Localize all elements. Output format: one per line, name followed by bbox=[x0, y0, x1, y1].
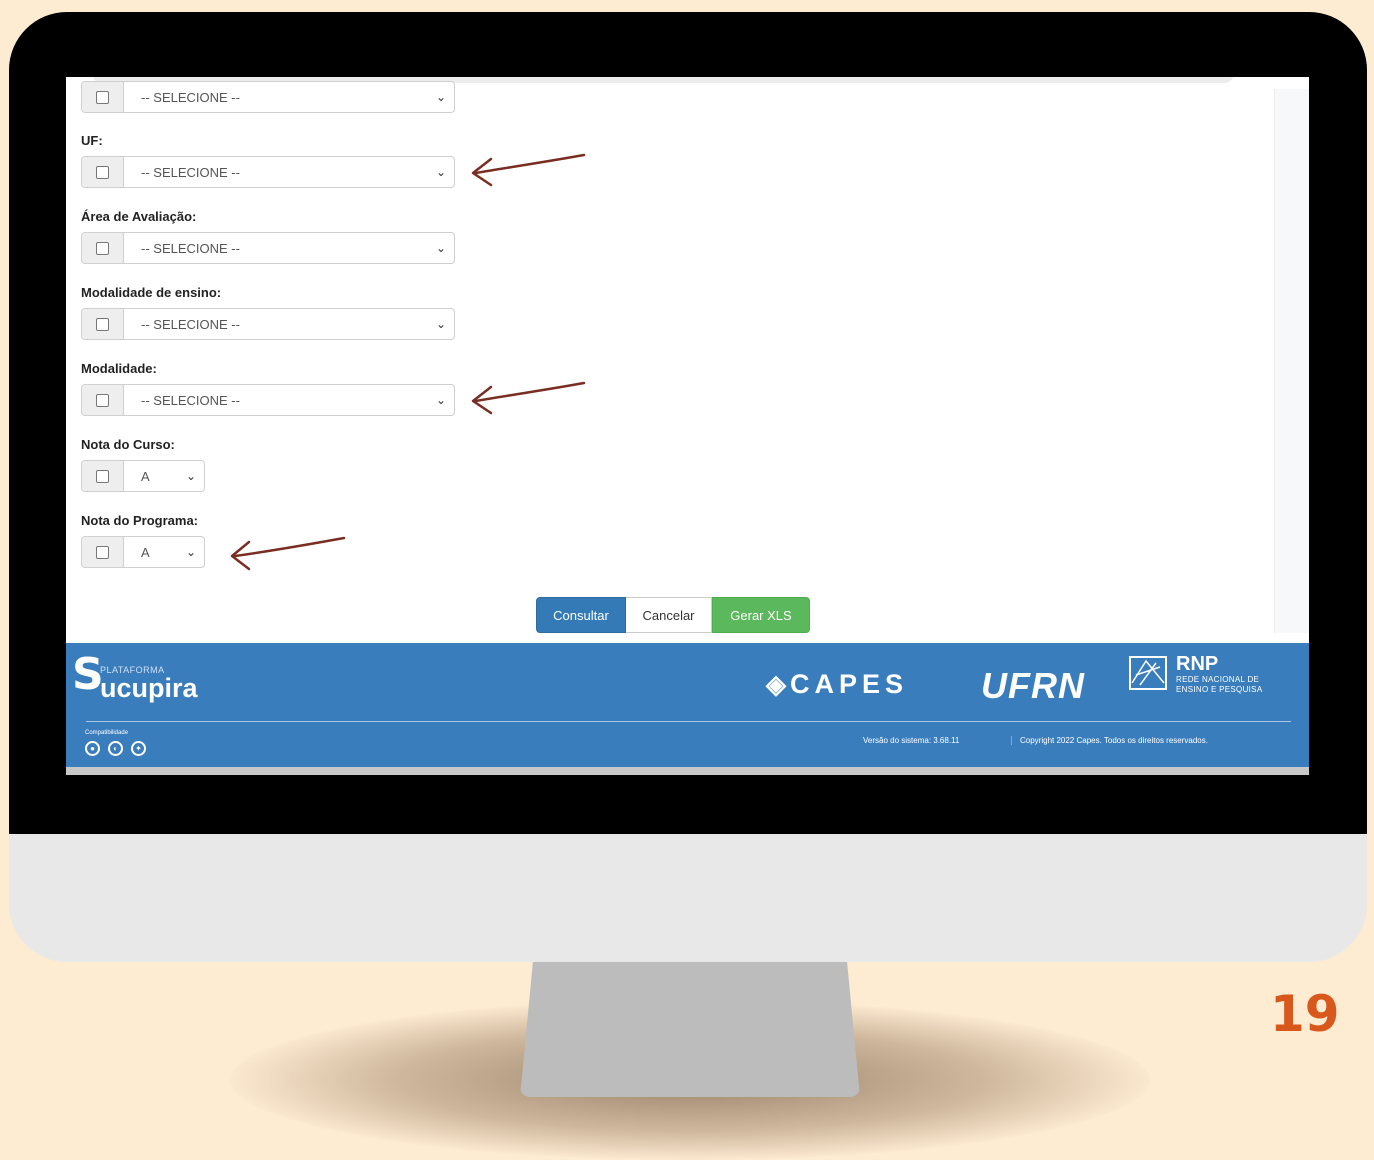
select-group-modalidade[interactable]: -- SELECIONE -- ⌄ bbox=[81, 384, 455, 416]
site-footer: S PLATAFORMA ucupira ◈ CAPES UFRN RNP RE… bbox=[66, 643, 1309, 767]
firefox-icon[interactable]: ◐ bbox=[108, 741, 123, 756]
chevron-down-icon: ⌄ bbox=[185, 469, 196, 483]
chevron-down-icon: ⌄ bbox=[435, 165, 446, 179]
modalidade-ensino-checkbox[interactable] bbox=[82, 309, 124, 339]
label-modalidade-ensino: Modalidade de ensino: bbox=[81, 285, 222, 300]
action-buttons: Consultar Cancelar Gerar XLS bbox=[536, 597, 810, 633]
select-dropdown[interactable]: -- SELECIONE -- ⌄ bbox=[124, 82, 454, 112]
chevron-down-icon: ⌄ bbox=[185, 545, 196, 559]
nota-programa-select[interactable]: A ⌄ bbox=[124, 537, 204, 567]
capes-logo[interactable]: ◈ CAPES bbox=[766, 669, 908, 700]
annotation-arrow-uf bbox=[471, 153, 586, 187]
cancelar-button[interactable]: Cancelar bbox=[626, 597, 712, 633]
chevron-down-icon: ⌄ bbox=[435, 317, 446, 331]
chevron-down-icon: ⌄ bbox=[435, 241, 446, 255]
right-gutter bbox=[1274, 89, 1309, 633]
footer-divider bbox=[86, 721, 1291, 722]
modalidade-select[interactable]: -- SELECIONE -- ⌄ bbox=[124, 385, 454, 415]
label-nota-curso: Nota do Curso: bbox=[81, 437, 175, 452]
label-modalidade: Modalidade: bbox=[81, 361, 157, 376]
ufrn-logo[interactable]: UFRN bbox=[981, 665, 1085, 707]
select-group-uf[interactable]: -- SELECIONE -- ⌄ bbox=[81, 156, 455, 188]
footer-bottom-bar bbox=[66, 767, 1309, 775]
uf-checkbox[interactable] bbox=[82, 157, 124, 187]
area-avaliacao-checkbox[interactable] bbox=[82, 233, 124, 263]
rnp-logo[interactable]: RNP REDE NACIONAL DE ENSINO E PESQUISA bbox=[1126, 653, 1262, 695]
system-version: Versão do sistema: 3.68.11 bbox=[863, 736, 960, 745]
consultar-button[interactable]: Consultar bbox=[536, 597, 626, 633]
select-group-top[interactable]: -- SELECIONE -- ⌄ bbox=[81, 81, 455, 113]
modalidade-checkbox[interactable] bbox=[82, 385, 124, 415]
label-area-avaliacao: Área de Avaliação: bbox=[81, 209, 197, 224]
gerar-xls-button[interactable]: Gerar XLS bbox=[712, 597, 810, 633]
select-group-modalidade-ensino[interactable]: -- SELECIONE -- ⌄ bbox=[81, 308, 455, 340]
chevron-down-icon: ⌄ bbox=[435, 393, 446, 407]
nota-programa-checkbox[interactable] bbox=[82, 537, 124, 567]
label-nota-programa: Nota do Programa: bbox=[81, 513, 199, 528]
uf-select[interactable]: -- SELECIONE -- ⌄ bbox=[124, 157, 454, 187]
chevron-down-icon: ⌄ bbox=[435, 90, 446, 104]
nota-curso-checkbox[interactable] bbox=[82, 461, 124, 491]
chrome-icon[interactable]: ● bbox=[85, 741, 100, 756]
compatibility-icons: ● ◐ ✦ bbox=[85, 741, 146, 756]
modalidade-ensino-select[interactable]: -- SELECIONE -- ⌄ bbox=[124, 309, 454, 339]
copyright-text: Copyright 2022 Capes. Todos os direitos … bbox=[1011, 736, 1208, 745]
select-group-nota-curso[interactable]: A ⌄ bbox=[81, 460, 205, 492]
nota-curso-select[interactable]: A ⌄ bbox=[124, 461, 204, 491]
compatibility-label: Compatibilidade bbox=[85, 730, 129, 736]
area-avaliacao-select[interactable]: -- SELECIONE -- ⌄ bbox=[124, 233, 454, 263]
monitor-frame: -- SELECIONE -- ⌄ UF: -- SELECIONE -- ⌄ … bbox=[9, 12, 1367, 962]
annotation-arrow-modalidade bbox=[471, 381, 586, 415]
annotation-arrow-nota-programa bbox=[230, 536, 346, 571]
page-number: 19 bbox=[1270, 985, 1340, 1043]
capes-eye-icon: ◈ bbox=[766, 669, 786, 699]
browser-screen: -- SELECIONE -- ⌄ UF: -- SELECIONE -- ⌄ … bbox=[66, 77, 1309, 775]
monitor-stand bbox=[520, 955, 860, 1097]
field-checkbox[interactable] bbox=[82, 82, 124, 112]
safari-icon[interactable]: ✦ bbox=[131, 741, 146, 756]
select-group-area-avaliacao[interactable]: -- SELECIONE -- ⌄ bbox=[81, 232, 455, 264]
label-uf: UF: bbox=[81, 133, 103, 148]
select-group-nota-programa[interactable]: A ⌄ bbox=[81, 536, 205, 568]
rnp-globe-icon bbox=[1129, 656, 1167, 690]
